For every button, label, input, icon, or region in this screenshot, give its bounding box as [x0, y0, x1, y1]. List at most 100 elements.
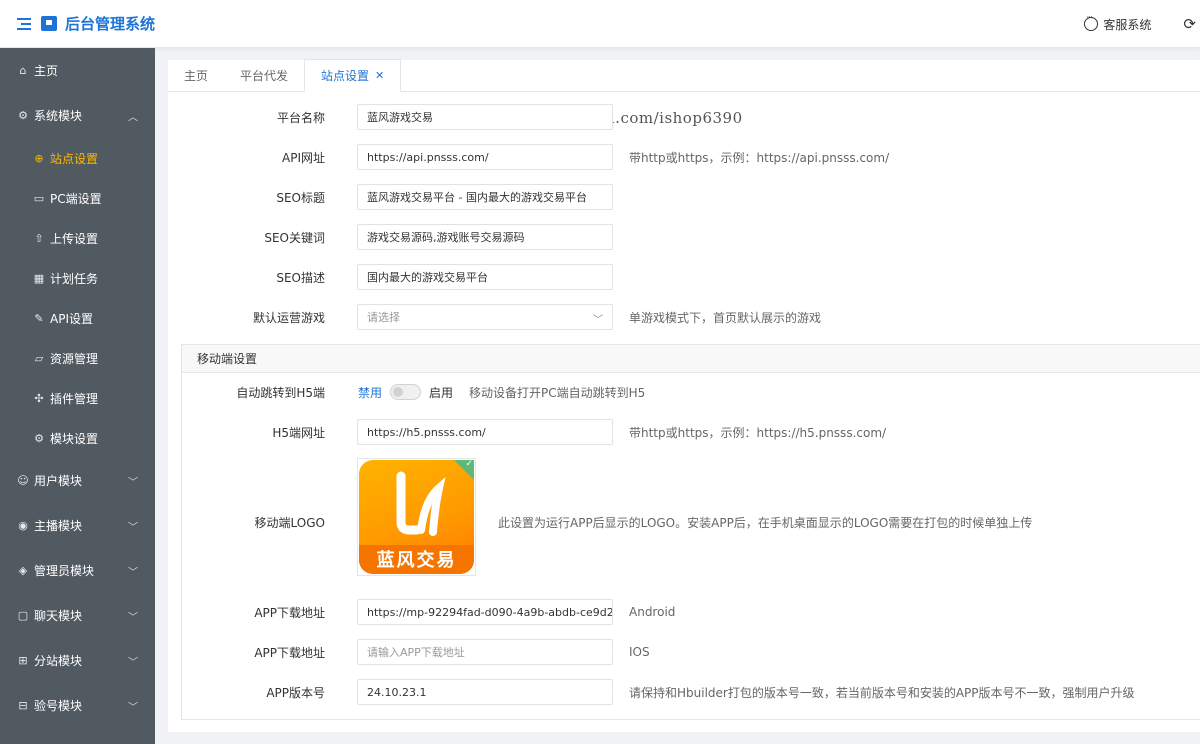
sidebar-item-resource-management[interactable]: ▱ 资源管理 [0, 338, 155, 378]
api-url-label: API网址 [282, 150, 325, 165]
form-row-default-game: 默认运营游戏 请选择 ﹀ 单游戏模式下，首页默认展示的游戏 [168, 304, 1200, 330]
sidebar-item-system-module[interactable]: ⚙ 系统模块 ︿ [0, 93, 155, 138]
calendar-icon: ▦ [33, 271, 45, 285]
sidebar-item-api-settings[interactable]: ✎ API设置 [0, 298, 155, 338]
auto-redirect-label: 自动跳转到H5端 [236, 385, 325, 400]
seo-title-label: SEO标题 [276, 190, 325, 205]
page-tabs: 主页 平台代发 站点设置 ✕ [168, 59, 1200, 92]
app-download-ios-label: APP下载地址 [254, 645, 325, 660]
mobile-logo-hint: 此设置为运行APP后显示的LOGO。安装APP后，在手机桌面显示的LOGO需要在… [498, 515, 1033, 530]
sidebar-item-label: 资源管理 [50, 351, 99, 366]
globe-icon: ⊕ [34, 151, 44, 165]
chevron-down-icon: ﹀ [128, 612, 138, 623]
sidebar-item-label: 主播模块 [34, 519, 83, 533]
tab-home[interactable]: 主页 [168, 59, 224, 91]
ios-hint: IOS [629, 645, 650, 659]
form-row-seo-description: SEO描述 国内最大的游戏交易平台 [168, 264, 1200, 290]
h5-url-input[interactable]: https://h5.pnsss.com/ [357, 419, 613, 445]
shield-icon: ◈ [18, 564, 28, 577]
app-version-input[interactable]: 24.10.23.1 [357, 679, 613, 705]
menu-toggle-icon[interactable] [17, 17, 31, 30]
close-icon[interactable]: ✕ [375, 69, 384, 82]
sidebar-item-home[interactable]: ⌂ 主页 [0, 48, 155, 93]
default-game-select[interactable]: 请选择 ﹀ [357, 304, 613, 330]
broadcast-icon: ◉ [18, 519, 28, 532]
sidebar-item-chat-module[interactable]: ▢ 聊天模块 ﹀ [0, 593, 155, 638]
form-row-app-download-android: APP下载地址 https://mp-92294fad-d090-4a9b-ab… [168, 599, 1200, 625]
auto-redirect-switch[interactable] [390, 384, 422, 400]
sidebar-item-label: 模块设置 [50, 431, 99, 446]
users-icon: ☺ [17, 474, 29, 487]
sidebar-item-anchor-module[interactable]: ◉ 主播模块 ﹀ [0, 503, 155, 548]
sidebar-item-substation-module[interactable]: ⊞ 分站模块 ﹀ [0, 638, 155, 683]
sidebar-item-label: PC端设置 [50, 191, 102, 206]
sidebar-item-label: 计划任务 [50, 271, 99, 286]
check-icon: ✓ [465, 459, 473, 469]
chevron-down-icon: ﹀ [593, 315, 603, 326]
platform-name-input[interactable]: 蓝风游戏交易 [357, 104, 613, 130]
mobile-logo-uploader[interactable]: 蓝风交易 ✓ [357, 458, 476, 576]
sidebar-item-verify-module[interactable]: ⊟ 验号模块 ﹀ [0, 683, 155, 728]
sidebar-item-scheduled-tasks[interactable]: ▦ 计划任务 [0, 258, 155, 298]
gear-icon: ⚙ [34, 431, 44, 445]
chevron-up-icon: ︿ [128, 112, 138, 123]
sidebar-item-label: 管理员模块 [34, 564, 95, 578]
auto-redirect-toggle-group: 禁用 启用 移动设备打开PC端自动跳转到H5 [358, 384, 645, 401]
app-title: 后台管理系统 [65, 15, 156, 33]
h5-url-label: H5端网址 [272, 425, 325, 440]
tab-label: 平台代发 [240, 68, 289, 83]
sidebar: ⌂ 主页 ⚙ 系统模块 ︿ ⊕ 站点设置 ▭ PC端设置 ⇧ 上传设置 ▦ 计划… [0, 48, 155, 744]
main-content: 主页 平台代发 站点设置 ✕ https://www.huzhan.com/is… [168, 59, 1200, 732]
form-row-auto-redirect: 自动跳转到H5端 禁用 启用 移动设备打开PC端自动跳转到H5 [168, 379, 1200, 405]
auto-redirect-hint: 移动设备打开PC端自动跳转到H5 [469, 385, 646, 400]
app-download-android-label: APP下载地址 [254, 605, 325, 620]
select-placeholder: 请选择 [367, 311, 400, 324]
sidebar-item-label: 分站模块 [34, 654, 83, 668]
form-row-app-download-ios: APP下载地址 请输入APP下载地址 IOS [168, 639, 1200, 665]
api-url-input[interactable]: https://api.pnsss.com/ [357, 144, 613, 170]
folder-icon: ▱ [34, 351, 44, 365]
tab-label: 站点设置 [321, 69, 370, 83]
sidebar-item-upload-settings[interactable]: ⇧ 上传设置 [0, 218, 155, 258]
upload-icon: ⇧ [34, 231, 44, 245]
home-icon: ⌂ [19, 64, 27, 77]
seo-title-input[interactable]: 蓝风游戏交易平台 - 国内最大的游戏交易平台 [357, 184, 613, 210]
sidebar-item-label: 聊天模块 [34, 609, 83, 623]
monitor-icon: ▭ [33, 191, 45, 205]
form-row-mobile-logo: 移动端LOGO 此设置为运行APP后显示的LOGO。安装APP后，在手机桌面显示… [168, 509, 1200, 535]
app-download-ios-input[interactable]: 请输入APP下载地址 [357, 639, 613, 665]
sidebar-item-label: 用户模块 [34, 474, 83, 488]
sidebar-item-label: API设置 [50, 311, 93, 326]
platform-name-label: 平台名称 [276, 110, 325, 125]
app-download-android-input[interactable]: https://mp-92294fad-d090-4a9b-abdb-ce9d2… [357, 599, 613, 625]
sidebar-item-label: 插件管理 [50, 391, 99, 406]
seo-keywords-input[interactable]: 游戏交易源码,游戏账号交易源码 [357, 224, 613, 250]
chat-bubble-icon[interactable] [1084, 13, 1099, 31]
sidebar-item-label: 系统模块 [34, 109, 83, 123]
customer-service-link[interactable]: 客服系统 [1103, 16, 1151, 33]
tab-platform-delivery[interactable]: 平台代发 [224, 59, 304, 91]
sidebar-item-label: 上传设置 [50, 231, 99, 246]
sidebar-item-admin-module[interactable]: ◈ 管理员模块 ﹀ [0, 548, 155, 593]
chevron-down-icon: ﹀ [128, 657, 138, 668]
sidebar-item-module-settings[interactable]: ⚙ 模块设置 [0, 418, 155, 458]
h5-url-hint: 带http或https，示例：https://h5.pnsss.com/ [629, 425, 887, 440]
default-game-hint: 单游戏模式下，首页默认展示的游戏 [629, 310, 822, 325]
app-version-label: APP版本号 [266, 685, 325, 700]
puzzle-icon: ✣ [34, 391, 44, 405]
sidebar-item-user-module[interactable]: ☺ 用户模块 ﹀ [0, 458, 155, 503]
form-row-platform-name: 平台名称 蓝风游戏交易 [168, 104, 1200, 130]
sidebar-item-pc-settings[interactable]: ▭ PC端设置 [0, 178, 155, 218]
tab-site-settings[interactable]: 站点设置 ✕ [304, 59, 402, 92]
sidebar-item-label: 站点设置 [50, 151, 99, 166]
seo-description-input[interactable]: 国内最大的游戏交易平台 [357, 264, 613, 290]
header-actions: 客服系统 ⟳ [1084, 0, 1200, 48]
mobile-logo-label: 移动端LOGO [254, 515, 325, 530]
sidebar-item-site-settings[interactable]: ⊕ 站点设置 [0, 138, 155, 178]
sidebar-item-plugin-management[interactable]: ✣ 插件管理 [0, 378, 155, 418]
chevron-down-icon: ﹀ [128, 522, 138, 533]
refresh-icon[interactable]: ⟳ [1183, 15, 1196, 33]
form-row-seo-title: SEO标题 蓝风游戏交易平台 - 国内最大的游戏交易平台 [168, 184, 1200, 210]
mobile-settings-title: 移动端设置 [182, 345, 1200, 373]
form-row-h5-url: H5端网址 https://h5.pnsss.com/ 带http或https，… [168, 419, 1200, 445]
